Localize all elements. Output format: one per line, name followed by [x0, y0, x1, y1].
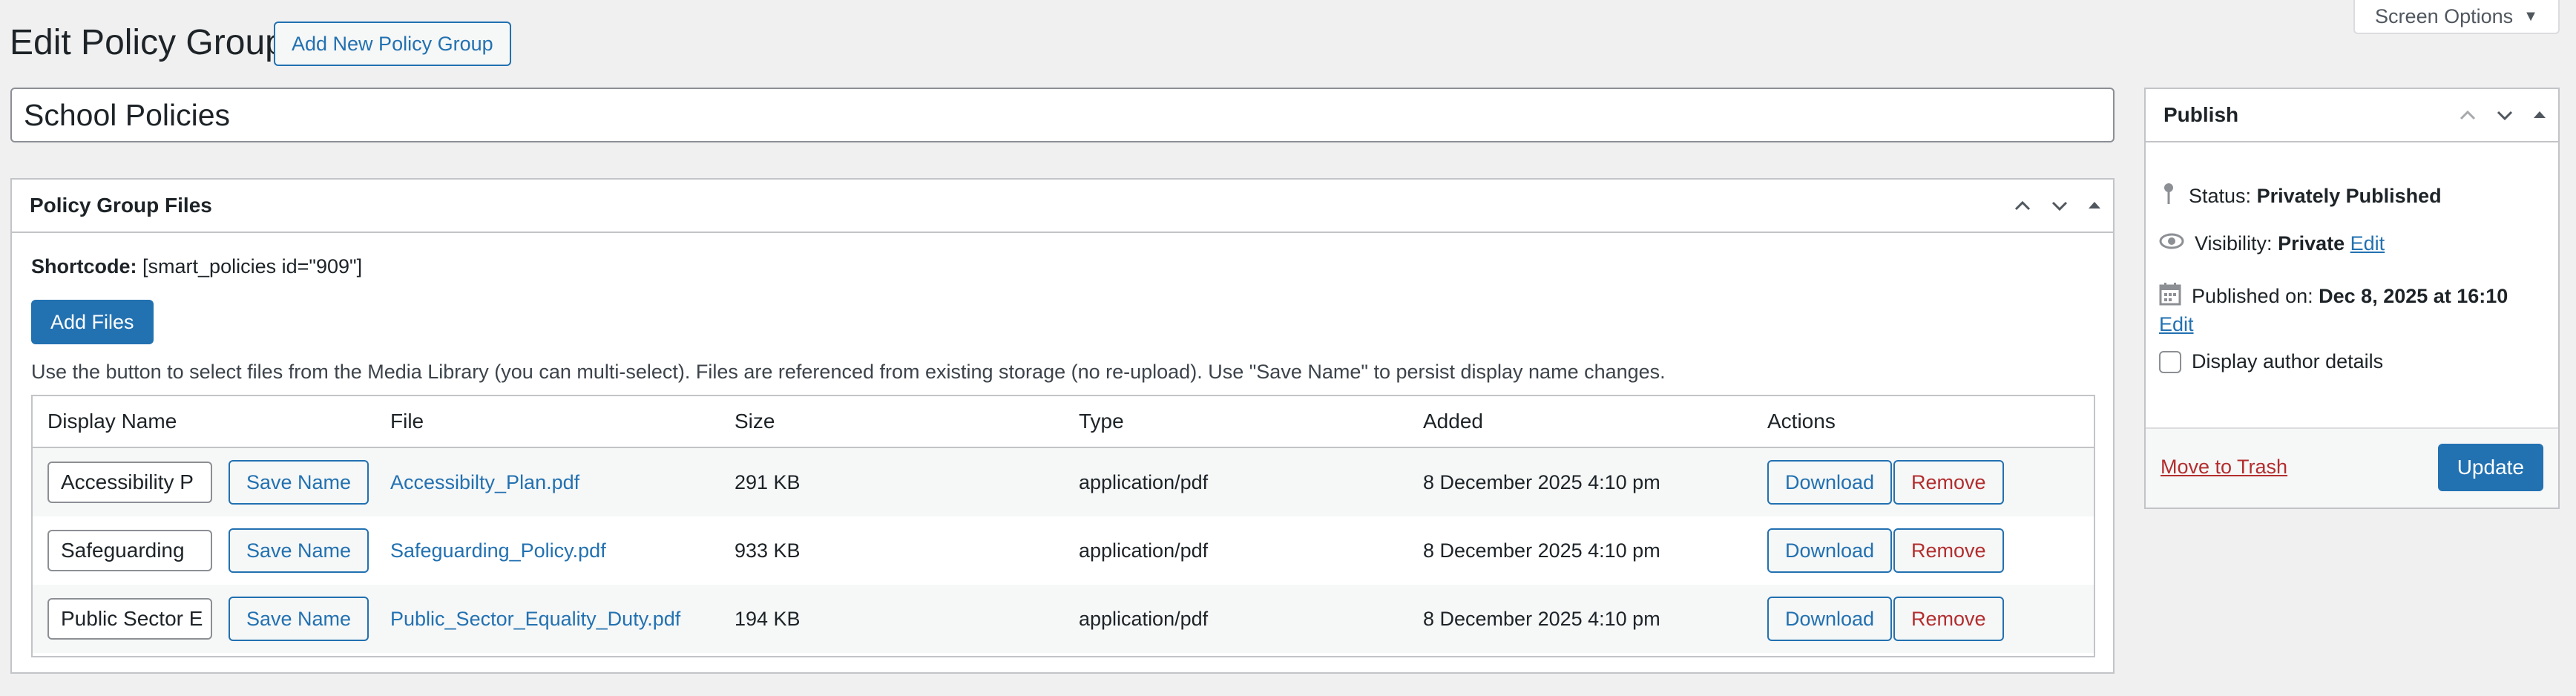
help-text: Use the button to select files from the … — [31, 361, 1666, 383]
publish-box: Publish Status: Privately Published Visi — [2144, 88, 2560, 509]
move-down-icon[interactable] — [2494, 105, 2515, 125]
visibility-row: Visibility: Private Edit — [2159, 232, 2385, 256]
status-row: Status: Privately Published — [2159, 181, 2442, 211]
save-name-button[interactable]: Save Name — [229, 460, 369, 505]
screen-options-label: Screen Options — [2375, 4, 2514, 27]
remove-button[interactable]: Remove — [1893, 528, 2004, 573]
eye-icon — [2159, 232, 2184, 256]
published-label: Published on: — [2192, 285, 2313, 307]
download-button[interactable]: Download — [1767, 460, 1893, 505]
files-box-title: Policy Group Files — [30, 194, 212, 217]
column-header: Type — [1079, 410, 1124, 433]
type-cell: application/pdf — [1079, 607, 1209, 630]
column-header: Size — [735, 410, 775, 433]
visibility-value: Private — [2278, 232, 2345, 255]
move-to-trash-link[interactable]: Move to Trash — [2161, 456, 2287, 479]
display-name-input[interactable]: Safeguarding — [47, 530, 212, 571]
added-cell: 8 December 2025 4:10 pm — [1423, 607, 1660, 630]
file-link-text[interactable]: Safeguarding_Policy.pdf — [390, 539, 606, 562]
table-row: Accessibility P Save Name Accessibilty_P… — [33, 448, 2094, 516]
policy-group-files-box: Policy Group Files Shortcode: [smart_pol… — [10, 178, 2115, 674]
download-button[interactable]: Download — [1767, 528, 1893, 573]
visibility-edit-link[interactable]: Edit — [2350, 232, 2385, 255]
column-header: Display Name — [47, 410, 177, 433]
add-new-policy-group-button[interactable]: Add New Policy Group — [274, 22, 511, 66]
published-edit-link[interactable]: Edit — [2159, 313, 2194, 336]
pin-icon — [2159, 181, 2178, 211]
size-cell: 291 KB — [735, 470, 801, 493]
shortcode-value: [smart_policies id="909"] — [142, 255, 363, 278]
files-table: Display Name File Size Type Added Action… — [31, 395, 2095, 657]
display-name-input[interactable]: Public Sector E — [47, 598, 212, 640]
added-cell: 8 December 2025 4:10 pm — [1423, 539, 1660, 562]
type-cell: application/pdf — [1079, 539, 1209, 562]
toggle-panel-icon[interactable] — [2086, 197, 2103, 214]
column-header: Added — [1423, 410, 1483, 433]
status-value: Privately Published — [2256, 185, 2442, 207]
file-link-text[interactable]: Accessibilty_Plan.pdf — [390, 471, 579, 493]
shortcode-label: Shortcode: — [31, 255, 137, 278]
table-header: Display Name File Size Type Added Action… — [33, 396, 2094, 448]
shortcode-text: Shortcode: [smart_policies id="909"] — [31, 255, 362, 278]
save-name-button[interactable]: Save Name — [229, 597, 369, 641]
file-link[interactable]: Safeguarding_Policy.pdf — [390, 539, 606, 562]
publish-box-title: Publish — [2163, 103, 2239, 126]
author-details-label: Display author details — [2192, 350, 2384, 372]
table-row: Safeguarding Save Name Safeguarding_Poli… — [33, 516, 2094, 585]
remove-button[interactable]: Remove — [1893, 597, 2004, 641]
move-up-icon[interactable] — [2012, 195, 2033, 216]
author-details-checkbox[interactable] — [2159, 350, 2181, 373]
calendar-icon — [2159, 282, 2181, 311]
post-title-input[interactable]: School Policies — [10, 88, 2115, 142]
remove-button[interactable]: Remove — [1893, 460, 2004, 505]
display-name-input[interactable]: Accessibility P — [47, 462, 212, 503]
column-header: Actions — [1767, 410, 1836, 433]
visibility-label: Visibility: — [2195, 232, 2273, 255]
move-up-icon[interactable] — [2457, 105, 2478, 125]
file-link-text[interactable]: Public_Sector_Equality_Duty.pdf — [390, 608, 680, 630]
save-name-button[interactable]: Save Name — [229, 528, 369, 573]
added-cell: 8 December 2025 4:10 pm — [1423, 470, 1660, 493]
caret-down-icon: ▼ — [2523, 7, 2538, 24]
screen-options-button[interactable]: Screen Options ▼ — [2353, 0, 2560, 34]
toggle-panel-icon[interactable] — [2531, 107, 2548, 123]
file-link[interactable]: Accessibilty_Plan.pdf — [390, 471, 579, 494]
publish-actions: Move to Trash Update — [2146, 427, 2558, 508]
status-label: Status: — [2189, 185, 2252, 207]
table-row: Public Sector E Save Name Public_Sector_… — [33, 585, 2094, 653]
column-header: File — [390, 410, 424, 433]
page-title: Edit Policy Group — [10, 23, 285, 62]
author-details-row: Display author details — [2159, 350, 2383, 373]
download-button[interactable]: Download — [1767, 597, 1893, 641]
add-files-button[interactable]: Add Files — [31, 300, 154, 344]
file-link[interactable]: Public_Sector_Equality_Duty.pdf — [390, 608, 680, 631]
files-box-header: Policy Group Files — [12, 180, 2113, 233]
size-cell: 194 KB — [735, 607, 801, 630]
published-value: Dec 8, 2025 at 16:10 — [2319, 285, 2508, 307]
publish-box-header: Publish — [2146, 89, 2558, 142]
type-cell: application/pdf — [1079, 470, 1209, 493]
published-on-row: Published on: Dec 8, 2025 at 16:10 — [2159, 282, 2508, 311]
size-cell: 933 KB — [735, 539, 801, 562]
move-down-icon[interactable] — [2049, 195, 2070, 216]
update-button[interactable]: Update — [2437, 444, 2543, 491]
